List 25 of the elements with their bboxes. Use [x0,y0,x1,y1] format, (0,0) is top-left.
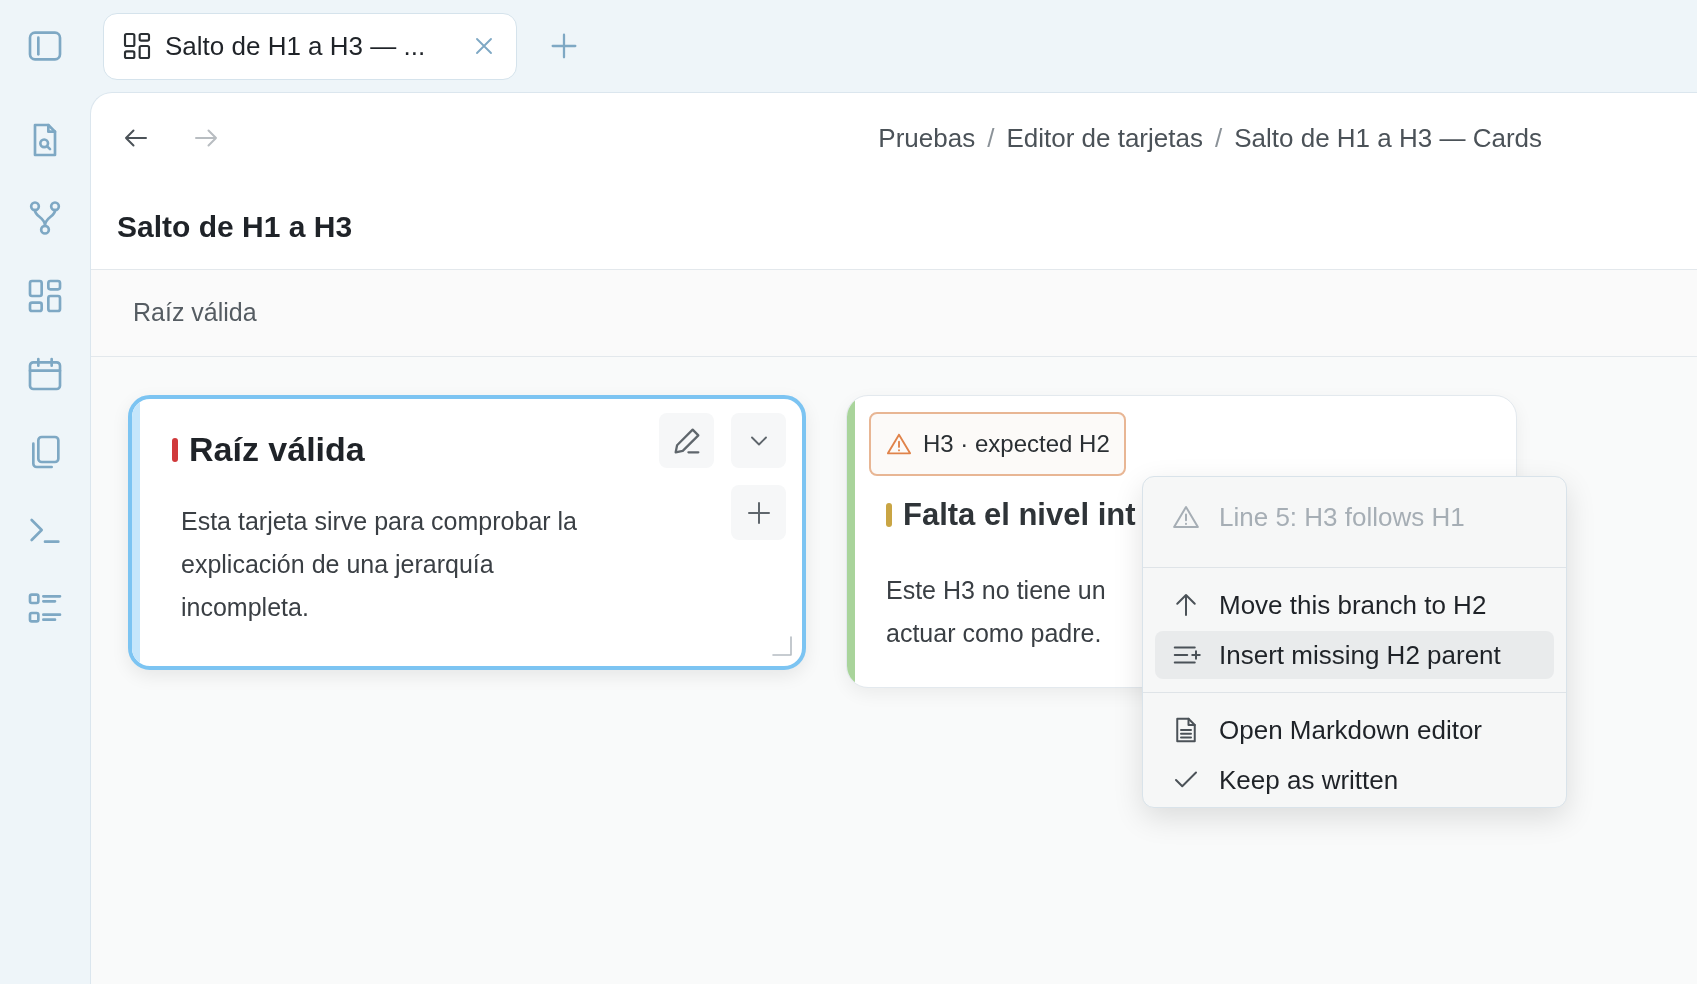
menu-item[interactable]: Keep as written [1155,756,1554,804]
warning-badge[interactable]: H3 · expected H2 [869,412,1126,476]
card-title: Falta el nivel int [903,496,1136,534]
page-title: Salto de H1 a H3 [117,208,353,245]
card-title: Raíz válida [189,429,365,470]
tab[interactable]: Salto de H1 a H3 — ... [103,12,517,80]
card-text: Esta tarjeta sirve para comprobar la explicación de una jerarquía incompleta. [181,506,578,623]
resize-handle-icon[interactable] [770,634,794,658]
card-text: actuar como padre. [886,617,1102,649]
menu-item[interactable]: Insert missing H2 parent [1155,631,1554,679]
menu-header: Line 5: H3 follows H1 [1155,482,1554,552]
breadcrumb-link[interactable]: Pruebas [878,118,976,158]
section-title: Raíz válida [133,297,257,329]
breadcrumb-separator: / [1214,121,1223,155]
collapse-button[interactable] [731,413,786,468]
add-button[interactable] [731,485,786,540]
breadcrumb-link[interactable]: Salto de H1 a H3 — Cards [1234,118,1542,158]
card-text: Este H3 no tiene un [886,574,1106,606]
menu-item[interactable]: Open Markdown editor [1155,706,1554,754]
card[interactable]: Raíz válida Esta tarjeta sirve para comprobar la explicación de una jerarquía incompleta. [128,395,806,670]
breadcrumb-separator: / [987,121,995,155]
breadcrumb-link[interactable]: Editor de tarjetas [1006,118,1203,158]
grid-icon [121,30,153,62]
edit-button[interactable] [659,413,714,468]
menu-item[interactable]: Move this branch to H2 [1155,581,1554,629]
